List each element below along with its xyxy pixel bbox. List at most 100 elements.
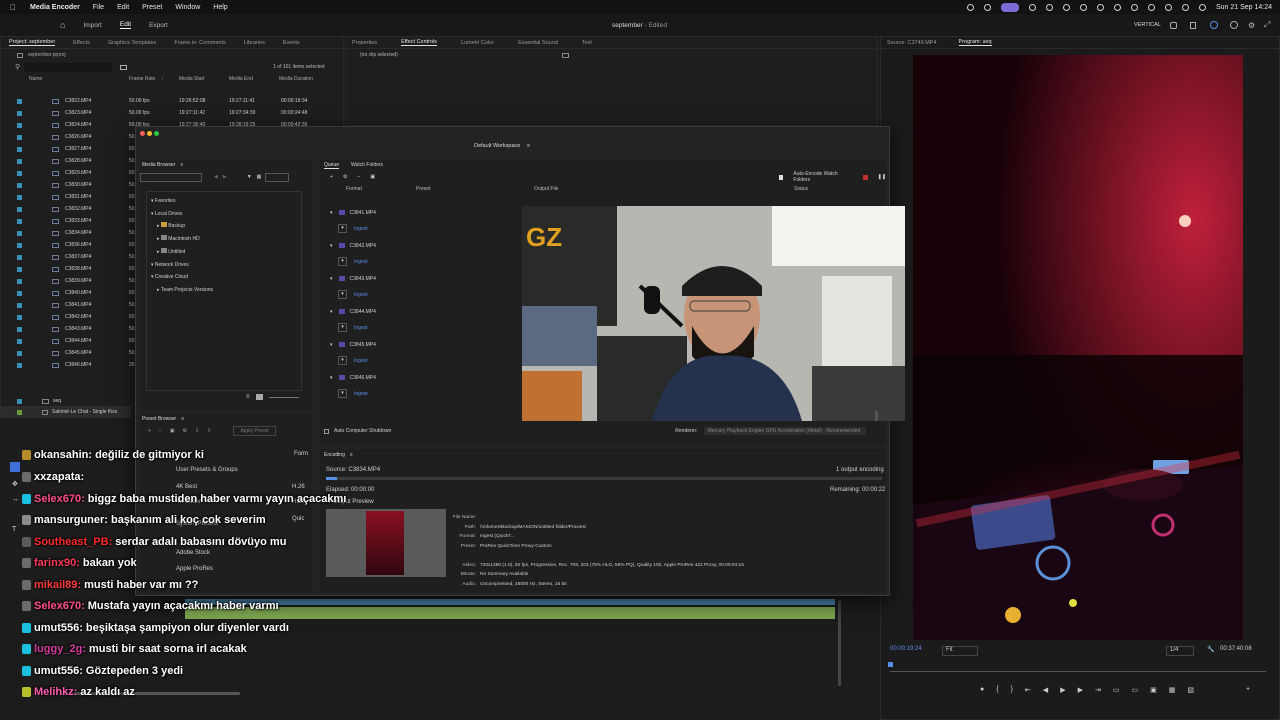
clock[interactable]: Sun 21 Sep 14:24	[1216, 4, 1272, 11]
new-group-icon[interactable]: ▣	[170, 428, 175, 434]
timeline-v-scroll[interactable]	[838, 600, 841, 686]
discord-icon[interactable]	[1000, 2, 1019, 12]
expand-icon[interactable]: ▾	[330, 342, 333, 348]
tab-effect-controls[interactable]: Effect Controls	[401, 39, 438, 46]
format-dropdown[interactable]: ▾	[338, 323, 347, 332]
format-dropdown[interactable]: ▾	[338, 356, 347, 365]
tab-text[interactable]: Text	[582, 40, 592, 46]
compare-icon[interactable]: ▧	[1187, 686, 1194, 698]
marker-icon[interactable]: ●	[980, 686, 984, 698]
program-timecode[interactable]: 00:00:19:24	[890, 646, 922, 652]
location-dropdown[interactable]	[140, 172, 202, 182]
menu-preset[interactable]: Preset	[142, 4, 162, 11]
refresh-icon[interactable]	[1096, 3, 1104, 11]
auto-shutdown-checkbox[interactable]	[324, 428, 329, 434]
cloud-icon[interactable]	[983, 3, 991, 11]
col-media-start[interactable]: Media Start	[179, 76, 205, 82]
format-dropdown[interactable]: ▾	[338, 389, 347, 398]
program-video-frame[interactable]	[913, 55, 1243, 640]
minimize-window-icon[interactable]	[147, 131, 152, 136]
media-search-input[interactable]	[265, 172, 290, 182]
col-output-file[interactable]: Output File	[534, 186, 558, 192]
tree-favorites[interactable]: ▾ Favorites	[151, 195, 297, 208]
back-icon[interactable]: ◀	[214, 174, 218, 180]
tree-local-drives[interactable]: ▾ Local Drives	[151, 208, 297, 221]
timeline-video-track[interactable]	[185, 599, 835, 605]
col-media-end[interactable]: Media End	[229, 76, 253, 82]
display-icon[interactable]	[1045, 3, 1053, 11]
pause-icon[interactable]: ❚❚	[878, 174, 886, 180]
preset-link[interactable]: Ingest	[354, 358, 368, 364]
preset-link[interactable]: Ingest	[354, 226, 368, 232]
settings-icon[interactable]: ⚙	[1248, 21, 1255, 30]
help-icon[interactable]	[1230, 21, 1238, 29]
lock-icon[interactable]	[1113, 3, 1121, 11]
project-search-input[interactable]	[24, 62, 113, 72]
expand-icon[interactable]: ▾	[330, 375, 333, 381]
menu-help[interactable]: Help	[213, 4, 227, 11]
browser-icon[interactable]	[1028, 3, 1036, 11]
vertical-label[interactable]: VERTICAL	[1134, 22, 1161, 28]
tree-drive-untitled[interactable]: ▸ Untitled	[151, 246, 297, 259]
workspace-export[interactable]: Export	[149, 22, 168, 29]
tab-watch-folders[interactable]: Watch Folders	[351, 162, 383, 168]
panel-menu-icon[interactable]: ≡	[180, 162, 183, 168]
record-icon[interactable]	[966, 3, 974, 11]
battery-icon[interactable]	[1130, 3, 1138, 11]
play-button-icon[interactable]: ▶	[1060, 686, 1065, 698]
thumb-view-icon[interactable]	[255, 394, 263, 400]
type-tool-icon[interactable]: T	[12, 526, 16, 533]
program-scrubber[interactable]	[890, 664, 1266, 672]
quality-dropdown[interactable]: 1/4	[1166, 646, 1194, 656]
preset-link[interactable]: Ingest	[354, 292, 368, 298]
list-view-icon[interactable]: ≡	[246, 394, 250, 400]
sync-icon[interactable]	[1210, 21, 1218, 29]
workspace-edit[interactable]: Edit	[119, 21, 132, 29]
tree-team-projects[interactable]: ▸ Team Projects Versions	[151, 284, 297, 297]
preset-user-groups[interactable]: User Presets & Groups	[176, 467, 238, 473]
close-window-icon[interactable]	[140, 131, 145, 136]
timeline-audio-track[interactable]	[185, 607, 835, 619]
control-center-icon[interactable]	[1198, 3, 1206, 11]
tab-source[interactable]: Source: C3749.MP4	[887, 40, 937, 46]
menu-edit[interactable]: Edit	[117, 4, 129, 11]
import-icon[interactable]: ⇩	[195, 428, 199, 434]
search-icon[interactable]	[1181, 3, 1189, 11]
camera-icon[interactable]: ▣	[1150, 686, 1157, 698]
preset-link[interactable]: Ingest	[354, 391, 368, 397]
expand-icon[interactable]: ▾	[330, 210, 333, 216]
move-tool-icon[interactable]: ✥	[12, 480, 18, 488]
format-dropdown[interactable]: ▾	[338, 257, 347, 266]
col-format[interactable]: Format	[346, 186, 362, 192]
tree-creative-cloud[interactable]: ▾ Creative Cloud	[151, 271, 297, 284]
eye-icon[interactable]	[1062, 3, 1070, 11]
export-frame-icon[interactable]	[561, 52, 569, 58]
tab-libraries[interactable]: Libraries	[244, 40, 265, 46]
queue-scrollbar[interactable]	[875, 411, 878, 421]
panel-menu-icon[interactable]: ≡	[350, 452, 353, 458]
selection-tool-icon[interactable]	[10, 462, 20, 472]
project-last-row[interactable]: Salomé-Le Chat - Single Kiss	[1, 406, 131, 418]
renderer-dropdown[interactable]: Mercury Playback Engine GPU Acceleration…	[703, 427, 866, 435]
home-icon[interactable]: ⌂	[60, 20, 65, 30]
expand-icon[interactable]: ▾	[330, 309, 333, 315]
menu-icon[interactable]: ≡	[527, 143, 530, 149]
add-button-icon[interactable]: +	[1246, 686, 1250, 698]
lift-icon[interactable]: ▭	[1113, 686, 1120, 698]
add-preset-icon[interactable]: +	[148, 428, 151, 434]
tab-media-browser[interactable]: Media Browser	[142, 162, 175, 168]
fullscreen-icon[interactable]: ⤢	[1264, 20, 1270, 30]
filter-icon[interactable]: ▼	[247, 174, 252, 180]
program-playhead[interactable]	[888, 662, 893, 667]
tree-network-drives[interactable]: ▾ Network Drives	[151, 259, 297, 272]
project-row[interactable]: C3822.MP4 50.00 fps 19:26:52:08 19:27:11:41…	[1, 95, 345, 107]
tab-graphics-templates[interactable]: Graphics Templates	[108, 40, 157, 46]
play-icon[interactable]	[1079, 3, 1087, 11]
col-preset[interactable]: Preset	[416, 186, 430, 192]
share-icon[interactable]	[1170, 21, 1177, 29]
ripple-tool-icon[interactable]: ↔	[12, 496, 19, 503]
remove-preset-icon[interactable]: −	[159, 428, 162, 434]
col-frame-rate[interactable]: Frame Rate	[129, 76, 155, 82]
tree-drive-macintosh[interactable]: ▸ Macintosh HD	[151, 233, 297, 246]
tab-essential-sound[interactable]: Essential Sound	[518, 40, 558, 46]
